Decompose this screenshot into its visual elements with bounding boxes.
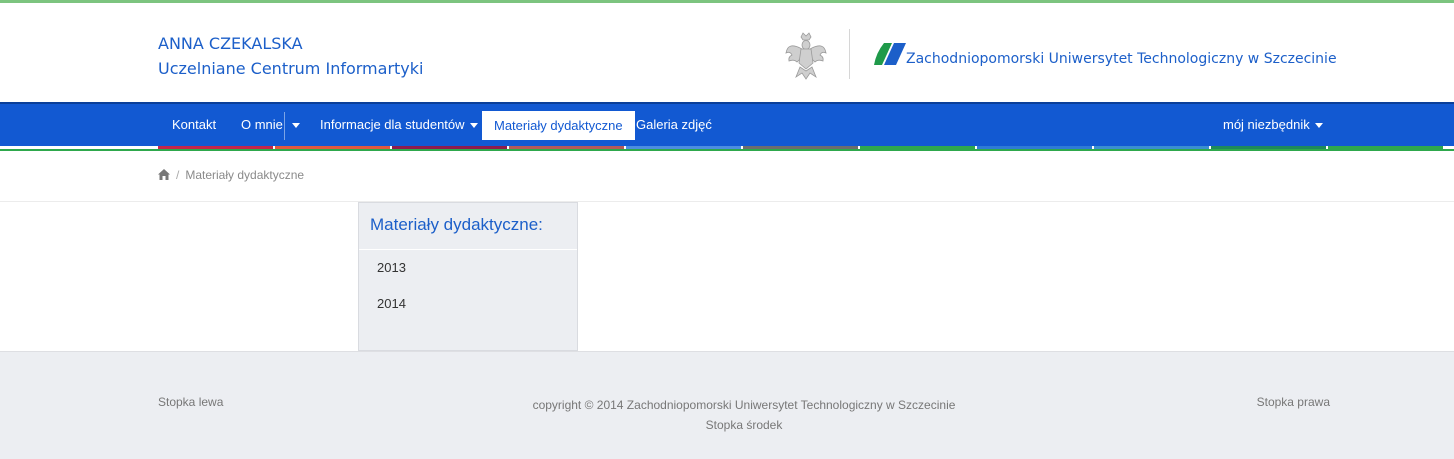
color-stripe-segment (158, 146, 274, 149)
home-icon[interactable] (158, 169, 170, 180)
nav-item-kontakt[interactable]: Kontakt (172, 104, 216, 146)
color-stripe-segment (860, 146, 976, 149)
nav-item-galeria[interactable]: Galeria zdjęć (636, 104, 712, 146)
site-title[interactable]: ANNA CZEKALSKA Uczelniane Centrum Inform… (158, 31, 423, 81)
caret-down-icon (1314, 123, 1323, 129)
breadcrumb-current: Materiały dydaktyczne (185, 168, 305, 182)
footer-center-text: Stopka środek (705, 418, 783, 432)
nav-item-o-mnie[interactable]: O mnie (241, 104, 283, 146)
o-mnie-dropdown-toggle[interactable] (286, 104, 306, 146)
footer-left: Stopka lewa (158, 395, 224, 409)
nav-item-label: mój niezbędnik (1223, 117, 1310, 132)
footer-center: copyright © 2014 Zachodniopomorski Uniwe… (494, 395, 994, 435)
footer-right: Stopka prawa (1256, 395, 1330, 409)
color-stripe-segment (743, 146, 859, 149)
footer: Stopka lewa copyright © 2014 Zachodniopo… (0, 351, 1454, 459)
color-stripe-segment (1211, 146, 1327, 149)
footer-copyright: copyright © 2014 Zachodniopomorski Uniwe… (532, 398, 956, 412)
university-name[interactable]: Zachodniopomorski Uniwersytet Technologi… (906, 51, 1337, 67)
unit-name: Uczelniane Centrum Informartyki (158, 59, 424, 78)
color-stripes (0, 146, 1454, 151)
caret-down-icon (469, 123, 478, 129)
stripe-base (0, 149, 1454, 151)
content-divider (0, 201, 1454, 202)
nav-item-label: Informacje dla studentów (320, 117, 465, 132)
sidebar-title: Materiały dydaktyczne: (370, 215, 543, 234)
color-stripe-segment (1094, 146, 1210, 149)
caret-down-icon (292, 123, 300, 128)
breadcrumb: / Materiały dydaktyczne (158, 168, 304, 182)
color-stripe-segment (392, 146, 508, 149)
color-stripe-segment (275, 146, 391, 149)
color-stripe-segment (509, 146, 625, 149)
color-stripe-segment (1328, 146, 1444, 149)
nav-item-informacje[interactable]: Informacje dla studentów (320, 104, 478, 146)
sidebar-item-2014[interactable]: 2014 (377, 296, 406, 311)
color-stripe-segment (626, 146, 742, 149)
color-stripe-segment (977, 146, 1093, 149)
main-navbar: Kontakt O mnie Informacje dla studentów … (0, 102, 1454, 146)
polish-eagle-icon (785, 32, 827, 80)
site-header: ANNA CZEKALSKA Uczelniane Centrum Inform… (0, 3, 1454, 102)
split-separator (284, 112, 285, 140)
sidebar-box: Materiały dydaktyczne: 2013 2014 (358, 202, 578, 351)
zut-logo-icon[interactable] (874, 43, 906, 67)
breadcrumb-separator: / (176, 168, 180, 182)
author-name: ANNA CZEKALSKA (158, 34, 303, 53)
header-divider (849, 29, 850, 79)
nav-menu-moj-niezbednik[interactable]: mój niezbędnik (1223, 104, 1323, 146)
sidebar-item-2013[interactable]: 2013 (377, 260, 406, 275)
sidebar-divider (359, 249, 577, 250)
nav-item-materialy[interactable]: Materiały dydaktyczne (482, 111, 635, 140)
